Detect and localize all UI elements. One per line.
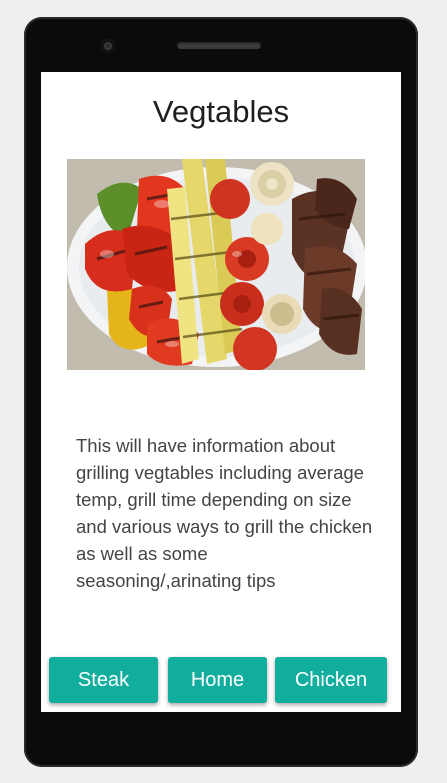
description-text: This will have information about grillin… <box>76 435 373 591</box>
page-title: Vegtables <box>152 94 290 129</box>
home-button[interactable]: Home <box>168 657 267 703</box>
app-screen: Vegtables This will have information abo… <box>41 72 401 712</box>
steak-button[interactable]: Steak <box>49 657 158 703</box>
vegetables-photo <box>67 159 365 370</box>
chicken-button[interactable]: Chicken <box>275 657 387 703</box>
camera-icon <box>101 39 115 53</box>
speaker-grille <box>177 42 261 49</box>
phone-frame: Vegtables This will have information abo… <box>24 17 418 767</box>
